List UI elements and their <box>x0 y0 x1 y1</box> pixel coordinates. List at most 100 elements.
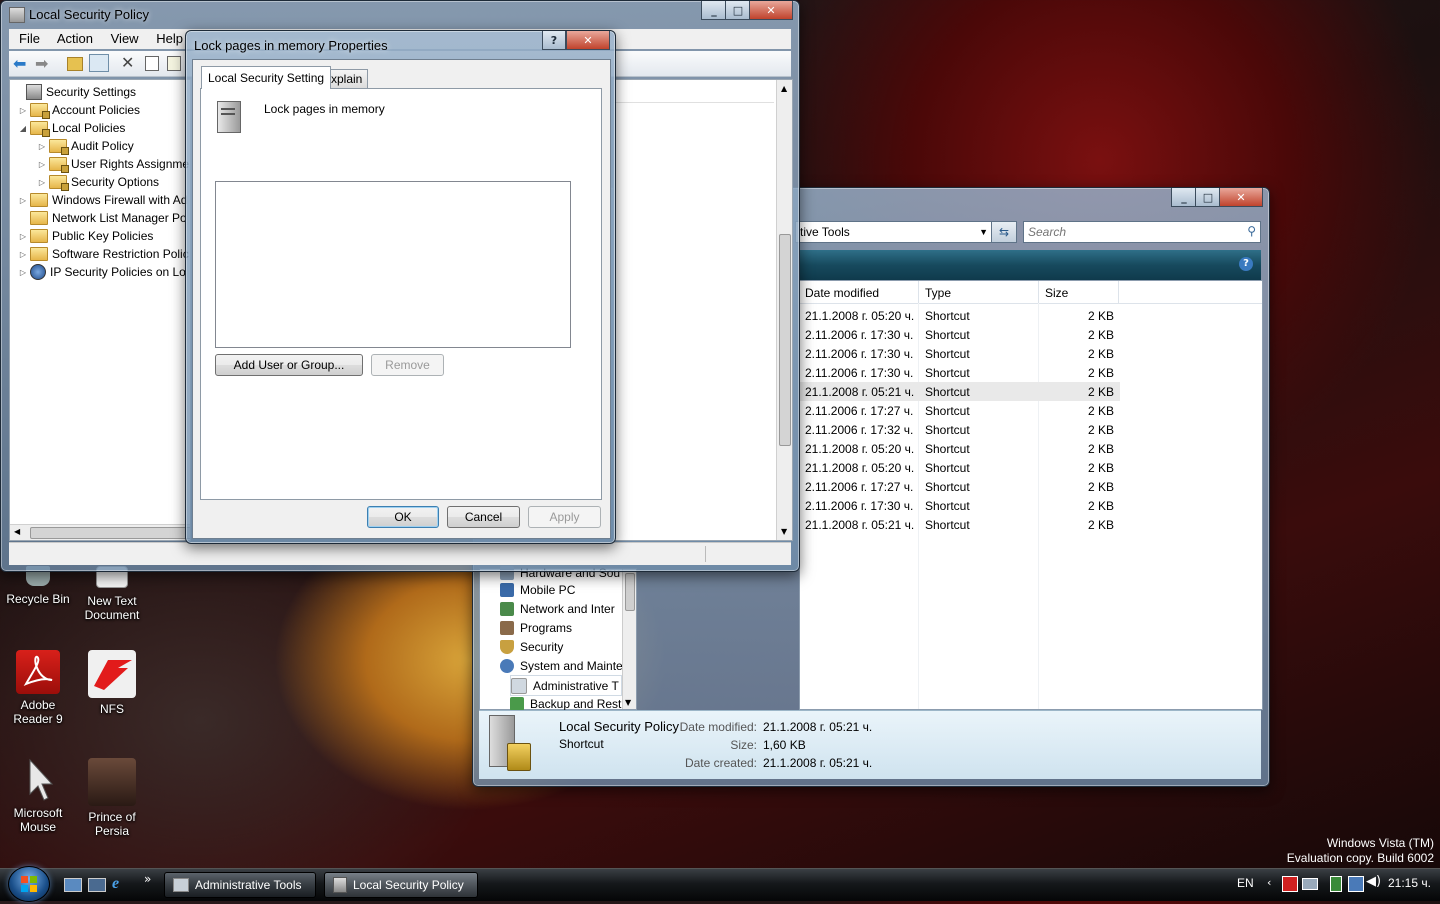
remove-button[interactable]: Remove <box>371 354 444 376</box>
tree-item-security-settings[interactable]: Security Settings <box>14 83 136 101</box>
quicklaunch-chevron[interactable]: » <box>144 872 151 886</box>
menu-action[interactable]: Action <box>57 31 93 46</box>
desktop-icon-nfs[interactable]: NFS <box>74 650 150 716</box>
table-row[interactable]: 2.11.2006 г. 17:30 ч. Shortcut 2 KB <box>800 325 1120 344</box>
tree-expander[interactable]: ▷ <box>18 232 28 241</box>
table-row[interactable]: 21.1.2008 г. 05:20 ч. Shortcut 2 KB <box>800 439 1120 458</box>
refresh-button[interactable]: ⇆ <box>991 221 1017 243</box>
tree-item-windows-firewall[interactable]: ▷ Windows Firewall with Ad <box>18 191 187 209</box>
tree-item-account-policies[interactable]: ▷ Account Policies <box>18 101 140 119</box>
tree-scrollbar-thumb[interactable] <box>30 527 190 539</box>
tree-expander[interactable]: ▷ <box>18 250 28 259</box>
menu-view[interactable]: View <box>111 31 139 46</box>
column-header-size[interactable]: Size <box>1045 286 1068 300</box>
search-icon[interactable]: ⚲ <box>1247 224 1256 238</box>
scroll-up-arrow-icon[interactable]: ▲ <box>781 84 787 93</box>
table-row-selected[interactable]: 21.1.2008 г. 05:21 ч. Shortcut 2 KB <box>800 382 1120 401</box>
back-arrow-icon[interactable]: ⬅ <box>13 54 26 73</box>
desktop-icon-recycle-bin[interactable]: Recycle Bin <box>0 566 76 606</box>
nav-item-programs[interactable]: Programs <box>500 618 572 637</box>
show-desktop-icon[interactable] <box>64 878 82 892</box>
minimize-button[interactable]: _ <box>701 1 727 20</box>
tree-item-network-list-manager[interactable]: Network List Manager Po <box>18 209 187 227</box>
help-icon[interactable]: ? <box>1239 257 1253 271</box>
table-row[interactable]: 21.1.2008 г. 05:20 ч. Shortcut 2 KB <box>800 458 1120 477</box>
tray-display-icon[interactable] <box>1302 878 1318 890</box>
table-row[interactable]: 2.11.2006 г. 17:30 ч. Shortcut 2 KB <box>800 496 1120 515</box>
table-row[interactable]: 2.11.2006 г. 17:27 ч. Shortcut 2 KB <box>800 401 1120 420</box>
nav-item-mobile-pc[interactable]: Mobile PC <box>500 580 575 599</box>
maximize-button[interactable]: □ <box>725 1 751 20</box>
column-header-date[interactable]: Date modified <box>805 286 879 300</box>
search-box[interactable]: ⚲ <box>1023 221 1261 243</box>
tree-item-audit-policy[interactable]: ▷ Audit Policy <box>37 137 134 155</box>
help-button[interactable]: ? <box>542 31 566 50</box>
tray-volume-icon[interactable]: ◀) <box>1366 874 1381 889</box>
close-button[interactable]: ✕ <box>1219 188 1263 207</box>
desktop-icon-adobe-reader[interactable]: Adobe Reader 9 <box>0 650 76 726</box>
search-input[interactable] <box>1024 222 1230 242</box>
table-row[interactable]: 2.11.2006 г. 17:30 ч. Shortcut 2 KB <box>800 363 1120 382</box>
ok-button[interactable]: OK <box>367 506 439 528</box>
tree-expander[interactable]: ◢ <box>18 124 28 133</box>
nav-scrollbar-thumb[interactable] <box>625 573 635 611</box>
menu-help[interactable]: Help <box>156 31 183 46</box>
table-row[interactable]: 21.1.2008 г. 05:20 ч. Shortcut 2 KB <box>800 306 1120 325</box>
delete-icon[interactable]: ✕ <box>121 53 134 72</box>
column-header-type[interactable]: Type <box>925 286 951 300</box>
chevron-down-icon[interactable]: ▼ <box>979 222 988 242</box>
nav-item-security[interactable]: Security <box>500 637 563 656</box>
tray-security-alert-icon[interactable] <box>1282 876 1298 892</box>
tree-item-software-restriction[interactable]: ▷ Software Restriction Polic <box>18 245 189 263</box>
tree-expander[interactable]: ▷ <box>37 178 47 187</box>
table-row[interactable]: 2.11.2006 г. 17:32 ч. Shortcut 2 KB <box>800 420 1120 439</box>
maximize-button[interactable]: □ <box>1195 188 1221 207</box>
tree-item-local-policies[interactable]: ◢ Local Policies <box>18 119 125 137</box>
tree-item-ip-security[interactable]: ▷ IP Security Policies on Lo <box>18 263 186 281</box>
start-button[interactable] <box>8 866 50 902</box>
cancel-button[interactable]: Cancel <box>447 506 520 528</box>
tray-network-icon[interactable] <box>1348 876 1364 892</box>
show-hide-tree-icon[interactable] <box>89 54 109 72</box>
tree-horizontal-scrollbar[interactable]: ◀ <box>10 524 190 540</box>
desktop-icon-new-text-document[interactable]: New Text Document <box>74 566 150 622</box>
vertical-scrollbar-thumb[interactable] <box>779 234 791 446</box>
tab-local-security-setting[interactable]: Local Security Setting <box>201 66 332 89</box>
desktop-icon-prince-of-persia[interactable]: Prince of Persia <box>74 758 150 838</box>
tray-app-icon[interactable] <box>1330 876 1342 892</box>
internet-explorer-icon[interactable]: e <box>112 875 119 893</box>
tree-expander[interactable]: ▷ <box>37 142 47 151</box>
forward-arrow-icon[interactable]: ➡ <box>35 54 48 73</box>
desktop-icon-microsoft-mouse[interactable]: Microsoft Mouse <box>0 758 76 834</box>
switch-windows-icon[interactable] <box>88 878 106 892</box>
nav-item-network[interactable]: Network and Inter <box>500 599 615 618</box>
nav-item-administrative-tools[interactable]: Administrative T <box>510 675 622 696</box>
close-button[interactable]: ✕ <box>749 1 793 20</box>
table-row[interactable]: 2.11.2006 г. 17:30 ч. Shortcut 2 KB <box>800 344 1120 363</box>
export-list-icon[interactable] <box>167 56 181 71</box>
table-row[interactable]: 21.1.2008 г. 05:21 ч. Shortcut 2 KB <box>800 515 1120 534</box>
apply-button[interactable]: Apply <box>528 506 601 528</box>
users-groups-listbox[interactable] <box>215 181 571 348</box>
tree-item-security-options[interactable]: ▷ Security Options <box>37 173 159 191</box>
tree-expander[interactable]: ▷ <box>18 106 28 115</box>
close-button[interactable]: ✕ <box>566 31 610 50</box>
table-row[interactable]: 2.11.2006 г. 17:27 ч. Shortcut 2 KB <box>800 477 1120 496</box>
nav-item-system[interactable]: System and Mainte <box>500 656 623 675</box>
tree-expander[interactable]: ▷ <box>18 196 28 205</box>
tray-expand-icon[interactable]: ‹ <box>1267 876 1271 889</box>
language-indicator[interactable]: EN <box>1237 876 1254 890</box>
nav-scrollbar[interactable]: ▼ <box>622 569 636 709</box>
tree-expander[interactable]: ▷ <box>37 160 47 169</box>
tree-item-user-rights-assignment[interactable]: ▷ User Rights Assignme <box>37 155 189 173</box>
add-user-or-group-button[interactable]: Add User or Group... <box>215 354 363 376</box>
menu-file[interactable]: File <box>19 31 40 46</box>
up-folder-icon[interactable] <box>67 57 83 71</box>
scroll-left-arrow-icon[interactable]: ◀ <box>14 527 20 536</box>
minimize-button[interactable]: _ <box>1171 188 1197 207</box>
scroll-down-arrow-icon[interactable]: ▼ <box>625 698 631 707</box>
tree-expander[interactable]: ▷ <box>18 268 28 277</box>
clock[interactable]: 21:15 ч. <box>1388 876 1431 890</box>
tree-item-public-key-policies[interactable]: ▷ Public Key Policies <box>18 227 153 245</box>
scroll-down-arrow-icon[interactable]: ▼ <box>781 527 787 536</box>
